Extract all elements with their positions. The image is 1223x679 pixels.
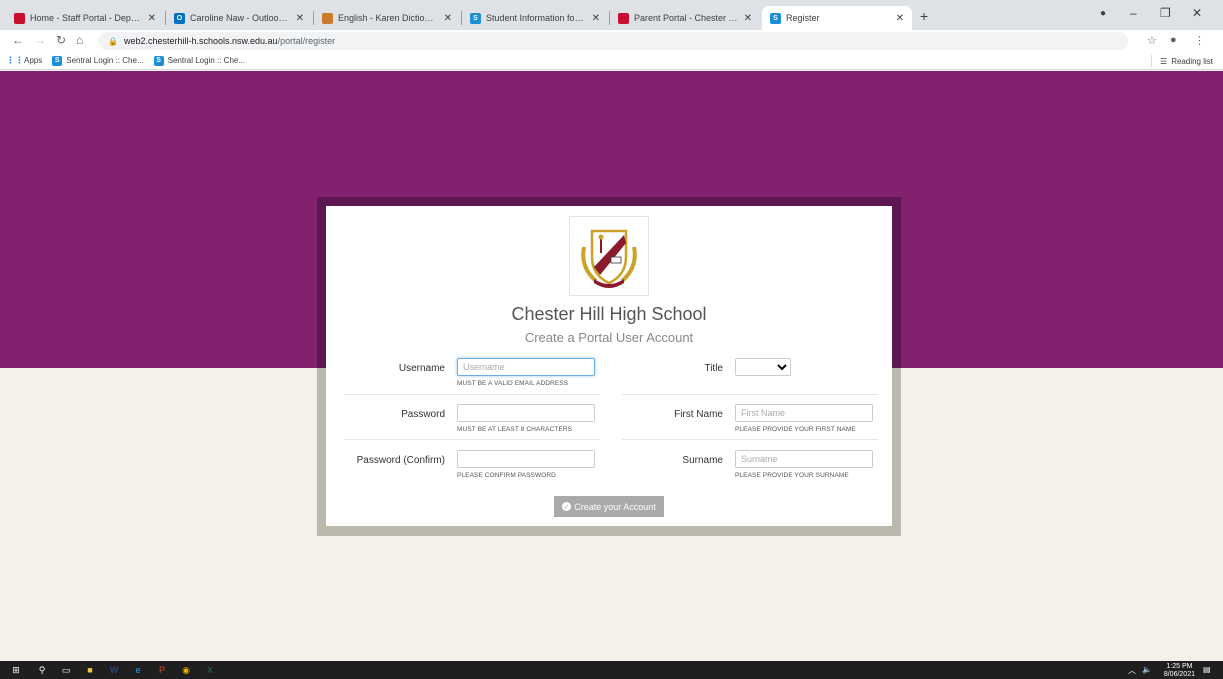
word-icon[interactable]: W <box>108 664 120 676</box>
bookmark-sentral-1[interactable]: S Sentral Login :: Che... <box>52 55 144 66</box>
outlook-icon: O <box>174 12 185 24</box>
close-icon[interactable]: ✕ <box>744 13 752 24</box>
tray-chevron-icon[interactable]: ︿ <box>1128 665 1136 676</box>
internet-explorer-icon[interactable]: e <box>132 664 144 676</box>
profile-icon[interactable]: ● <box>1100 8 1106 19</box>
school-name: Chester Hill High School <box>511 304 707 324</box>
notifications-icon[interactable]: ▤ <box>1203 665 1211 674</box>
first-name-help: PLEASE PROVIDE YOUR FIRST NAME <box>735 426 856 433</box>
search-icon[interactable]: ⚲ <box>36 664 48 676</box>
browser-tab-bar: Home - Staff Portal - Department ✕ O Car… <box>0 0 1223 30</box>
reading-list-button[interactable]: ☰ Reading list <box>1151 55 1213 67</box>
task-view-icon[interactable]: ▭ <box>60 664 72 676</box>
password-confirm-label: Password (Confirm) <box>356 455 445 466</box>
address-bar: ← → ↻ ⌂ 🔒 web2.chesterhill-h.schools.nsw… <box>0 30 1223 52</box>
reading-list-icon: ☰ <box>1160 56 1168 66</box>
bookmark-apps[interactable]: ⋮⋮ Apps <box>6 55 42 66</box>
restore-icon[interactable]: ❐ <box>1160 6 1171 20</box>
username-label: Username <box>398 363 445 374</box>
url-path: /portal/register <box>277 36 336 46</box>
divider <box>344 394 600 395</box>
sentral-icon: S <box>470 12 481 24</box>
divider <box>622 394 878 395</box>
first-name-input[interactable] <box>735 404 873 422</box>
minimize-icon[interactable]: – <box>1130 6 1137 20</box>
window-close-icon[interactable]: ✕ <box>1192 6 1202 20</box>
chrome-icon[interactable]: ◉ <box>180 664 192 676</box>
password-confirm-help: PLEASE CONFIRM PASSWORD <box>457 472 556 479</box>
password-label: Password <box>401 409 445 420</box>
tab-outlook[interactable]: O Caroline Naw - Outlook Web App ✕ <box>166 6 312 30</box>
title-label: Title <box>704 363 723 374</box>
username-help: MUST BE A VALID EMAIL ADDRESS <box>457 380 569 387</box>
windows-start-icon[interactable]: ⊞ <box>10 664 22 676</box>
close-icon[interactable]: ✕ <box>896 13 904 24</box>
divider <box>622 439 878 440</box>
bookmark-sentral-2[interactable]: S Sentral Login :: Che... <box>153 55 245 66</box>
url-host: web2.chesterhill-h.schools.nsw.edu.au <box>123 36 278 46</box>
tab-karen-dictionary[interactable]: English - Karen Dictionary ✕ <box>314 6 460 30</box>
powerpoint-icon[interactable]: P <box>156 664 168 676</box>
forward-icon[interactable]: → <box>34 33 46 47</box>
back-icon[interactable]: ← <box>12 33 24 47</box>
home-icon[interactable]: ⌂ <box>76 33 83 47</box>
menu-icon[interactable]: ⋮ <box>1194 34 1205 47</box>
sentral-icon: S <box>153 55 164 66</box>
volume-icon[interactable]: 🔈 <box>1142 665 1152 674</box>
password-input[interactable] <box>457 404 595 422</box>
account-icon[interactable]: ● <box>1170 34 1177 46</box>
tab-register[interactable]: S Register ✕ <box>762 6 912 30</box>
title-select[interactable] <box>735 358 791 376</box>
first-name-label: First Name <box>674 409 723 420</box>
bookmarks-bar: ⋮⋮ Apps S Sentral Login :: Che... S Sent… <box>0 52 1223 70</box>
new-tab-icon[interactable]: + <box>920 8 928 24</box>
create-account-button[interactable]: ✓ Create your Account <box>554 496 664 517</box>
star-icon[interactable]: ☆ <box>1147 34 1157 47</box>
school-icon <box>14 12 25 24</box>
school-crest-logo <box>569 216 649 296</box>
close-icon[interactable]: ✕ <box>444 13 452 24</box>
sentral-icon: S <box>770 12 781 24</box>
url-field[interactable]: 🔒 web2.chesterhill-h.schools.nsw.edu.au /… <box>98 32 1128 50</box>
windows-taskbar: ⊞ ⚲ ▭ ■ W e P ◉ X ︿ 🔈 1:25 PM 8/06/2021 … <box>0 661 1223 679</box>
tab-student-information[interactable]: S Student Information for Eevyan ✕ <box>462 6 608 30</box>
system-clock[interactable]: 1:25 PM 8/06/2021 <box>1164 663 1195 679</box>
close-icon[interactable]: ✕ <box>148 13 156 24</box>
password-confirm-input[interactable] <box>457 450 595 468</box>
password-help: MUST BE AT LEAST 8 CHARACTERS <box>457 426 573 433</box>
surname-label: Surname <box>682 455 723 466</box>
check-circle-icon: ✓ <box>562 502 572 511</box>
file-explorer-icon[interactable]: ■ <box>84 664 96 676</box>
school-icon <box>618 12 629 24</box>
lock-icon: 🔒 <box>108 36 118 46</box>
reload-icon[interactable]: ↻ <box>56 33 66 47</box>
close-icon[interactable]: ✕ <box>296 13 304 24</box>
divider <box>344 439 600 440</box>
surname-input[interactable] <box>735 450 873 468</box>
tab-parent-portal[interactable]: Parent Portal - Chester Hill High ✕ <box>610 6 760 30</box>
dictionary-icon <box>322 12 333 24</box>
registration-card: Chester Hill High School Create a Portal… <box>326 206 892 526</box>
close-icon[interactable]: ✕ <box>592 13 600 24</box>
form-subtitle: Create a Portal User Account <box>524 330 694 345</box>
username-input[interactable] <box>457 358 595 376</box>
tab-staff-portal[interactable]: Home - Staff Portal - Department ✕ <box>6 6 164 30</box>
excel-icon[interactable]: X <box>204 664 216 676</box>
surname-help: PLEASE PROVIDE YOUR SURNAME <box>735 472 849 479</box>
sentral-icon: S <box>52 55 63 66</box>
apps-grid-icon: ⋮⋮ <box>6 55 24 65</box>
